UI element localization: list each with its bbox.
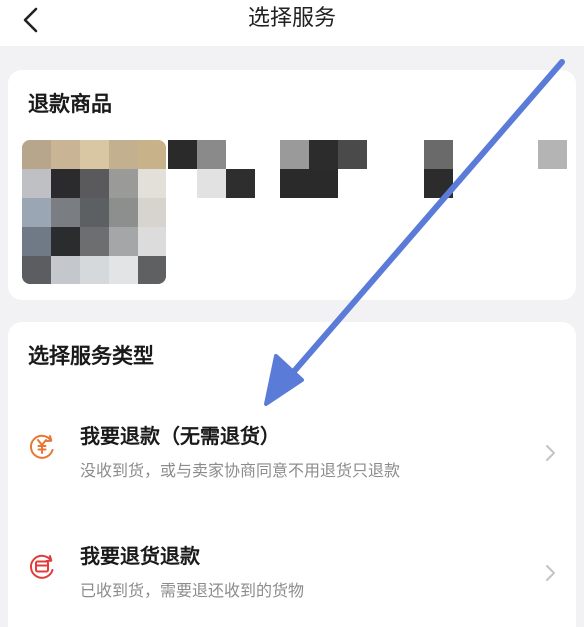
service-type-title: 选择服务类型 bbox=[28, 344, 154, 368]
return-refund-description: 已收到货，需要退还收到的货物 bbox=[80, 581, 305, 600]
return-refund-option[interactable]: 我要退货退款 已收到货，需要退还收到的货物 bbox=[8, 522, 576, 612]
page-title: 选择服务 bbox=[247, 6, 336, 31]
refund-goods-card: 退款商品 bbox=[8, 70, 576, 300]
service-type-card: 选择服务类型 我要退款（无需退货） 没收到货，或与卖家协商同意不用退货只退款 我… bbox=[8, 322, 576, 627]
top-navbar: 选择服务 bbox=[0, 0, 584, 46]
return-refund-title: 我要退货退款 bbox=[80, 544, 200, 568]
refund-only-option[interactable]: 我要退款（无需退货） 没收到货，或与卖家协商同意不用退货只退款 bbox=[8, 402, 576, 492]
yuan-refund-icon bbox=[30, 434, 54, 459]
refund-only-description: 没收到货，或与卖家协商同意不用退货只退款 bbox=[80, 461, 401, 480]
refund-goods-title: 退款商品 bbox=[28, 92, 112, 116]
chevron-right-icon bbox=[546, 445, 555, 461]
chevron-right-icon bbox=[546, 565, 555, 581]
return-box-icon bbox=[30, 554, 54, 579]
product-name-pixelated bbox=[168, 140, 568, 200]
refund-only-title: 我要退款（无需退货） bbox=[80, 424, 280, 448]
product-image bbox=[22, 140, 166, 284]
